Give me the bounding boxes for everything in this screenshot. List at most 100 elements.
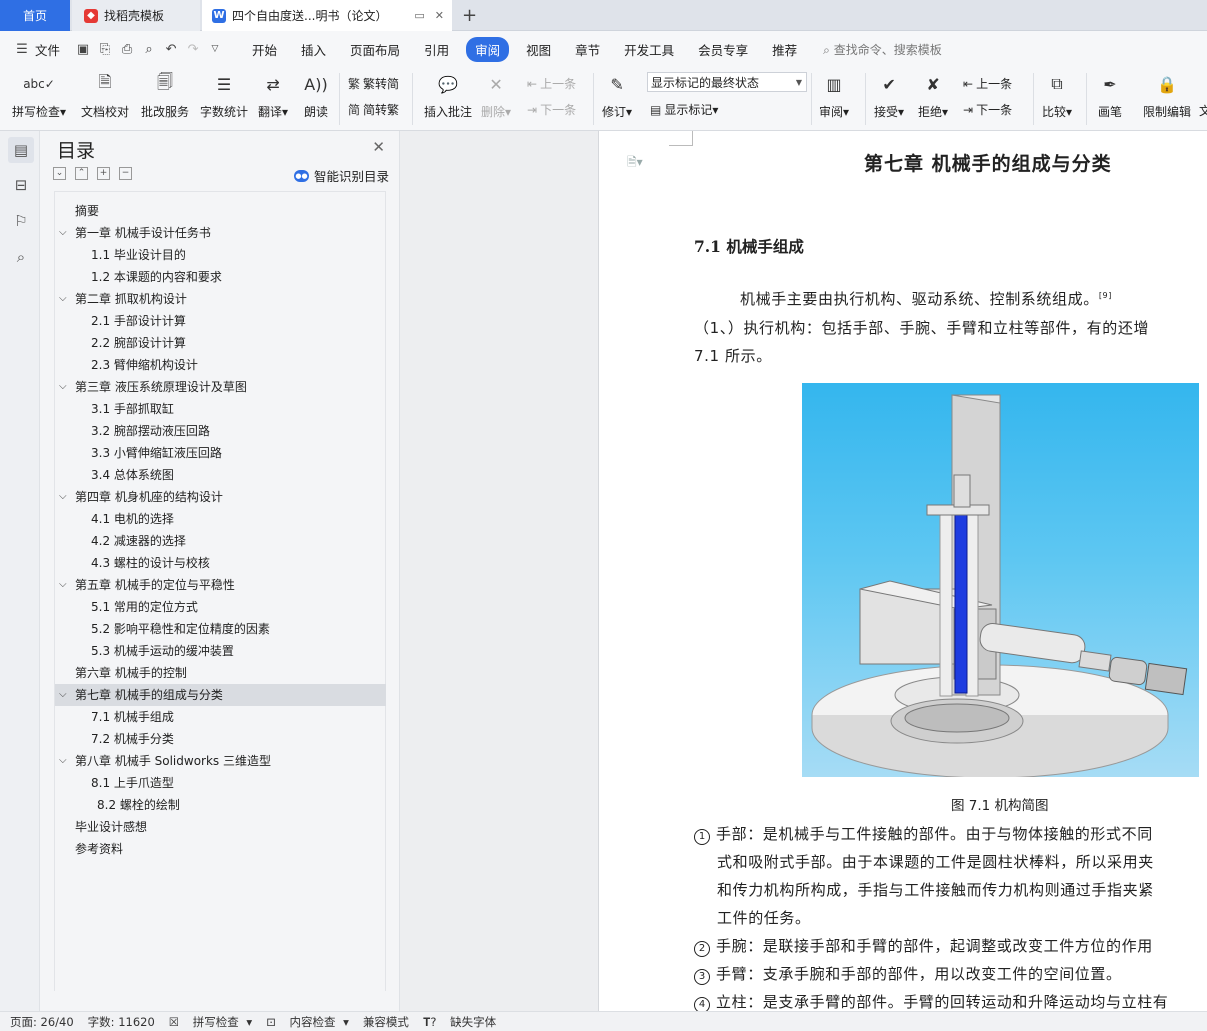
collapse-all-icon[interactable]: ⌄ xyxy=(53,167,66,180)
toc-item[interactable]: 5.3 机械手运动的缓冲装置 xyxy=(55,640,386,662)
status-content-check[interactable]: ⊡ 内容检查 ▾ xyxy=(266,1014,349,1030)
toc-item[interactable]: 7.2 机械手分类 xyxy=(55,728,386,750)
spell-check-button[interactable]: abc✓ 拼写检查▾ xyxy=(12,71,66,120)
next-change-button[interactable]: ⇥ 下一条 xyxy=(963,101,1012,118)
toc-item[interactable]: 1.2 本课题的内容和要求 xyxy=(55,266,386,288)
toc-item[interactable]: 2.2 腕部设计计算 xyxy=(55,332,386,354)
toc-item[interactable]: 2.1 手部设计计算 xyxy=(55,310,386,332)
toc-item[interactable]: 3.4 总体系统图 xyxy=(55,464,386,486)
read-aloud-button[interactable]: A)) 朗读 xyxy=(303,71,329,120)
toc-item[interactable]: 参考资料 xyxy=(55,838,386,860)
doc-proof-button[interactable]: 🗎 文档校对 xyxy=(81,71,129,120)
bookmark-icon[interactable]: ⚐ xyxy=(8,208,34,234)
doc-options-icon[interactable]: 🗎▾ xyxy=(627,153,643,174)
menu-item[interactable]: 推荐 xyxy=(760,40,809,59)
search-icon[interactable]: ⌕ xyxy=(8,244,34,270)
toc-item[interactable]: 毕业设计感想 xyxy=(55,816,386,838)
chevron-down-icon[interactable]: ⌵ xyxy=(59,750,67,772)
revise-button[interactable]: ✎ 修订▾ xyxy=(602,71,632,120)
chevron-down-icon[interactable]: ⌵ xyxy=(59,684,67,706)
toc-item[interactable]: 2.3 臂伸缩机构设计 xyxy=(55,354,386,376)
chevron-down-icon[interactable]: ⌵ xyxy=(59,376,67,398)
close-icon[interactable]: ✕ xyxy=(372,138,385,156)
chevron-down-icon[interactable]: ⌵ xyxy=(59,222,67,244)
hamburger-icon[interactable]: ☰ xyxy=(14,41,30,57)
toc-item[interactable]: 1.1 毕业设计目的 xyxy=(55,244,386,266)
chevron-down-icon[interactable]: ⌵ xyxy=(59,288,67,310)
command-search[interactable]: ⌕ 查找命令、搜索模板 xyxy=(823,41,942,58)
toc-item[interactable]: 8.2 螺栓的绘制 xyxy=(55,794,386,816)
toc-pane-icon[interactable]: ▤ xyxy=(8,137,34,163)
to-traditional-button[interactable]: 繁繁转简 xyxy=(348,75,399,92)
menu-item[interactable]: 视图 xyxy=(514,40,563,59)
toc-item[interactable]: ⌵ 第五章 机械手的定位与平稳性 xyxy=(55,574,386,596)
ribbon-overflow[interactable]: 文 xyxy=(1199,102,1207,119)
menu-item[interactable]: 插入 xyxy=(289,40,338,59)
prev-change-button[interactable]: ⇤ 上一条 xyxy=(963,75,1012,92)
compare-button[interactable]: ⧉ 比较▾ xyxy=(1042,71,1072,120)
toc-item[interactable]: 5.2 影响平稳性和定位精度的因素 xyxy=(55,618,386,640)
toc-item[interactable]: ⌵ 第七章 机械手的组成与分类 xyxy=(55,684,386,706)
toc-item[interactable]: ⌵ 第三章 液压系统原理设计及草图 xyxy=(55,376,386,398)
menu-item[interactable]: 页面布局 xyxy=(338,40,412,59)
menu-item[interactable]: 引用 xyxy=(412,40,461,59)
toc-item[interactable]: 8.1 上手爪造型 xyxy=(55,772,386,794)
insert-comment-button[interactable]: 💬 插入批注 xyxy=(424,71,472,120)
tab-home[interactable]: 首页 xyxy=(0,0,70,31)
toc-item[interactable]: 7.1 机械手组成 xyxy=(55,706,386,728)
toc-item[interactable]: ⌵ 第八章 机械手 Solidworks 三维造型 xyxy=(55,750,386,772)
translate-button[interactable]: ⇄ 翻译▾ xyxy=(258,71,288,120)
print-icon[interactable]: ⎙ xyxy=(119,41,135,57)
menu-item[interactable]: 开始 xyxy=(240,40,289,59)
to-simplified-button[interactable]: 简简转繁 xyxy=(348,101,399,118)
preview-icon[interactable]: ⌕ xyxy=(141,41,157,57)
next-comment-button[interactable]: ⇥ 下一条 xyxy=(527,101,576,118)
restrict-edit-button[interactable]: 🔒 限制编辑 xyxy=(1143,71,1191,120)
undo-icon[interactable]: ↶ xyxy=(163,41,179,57)
toc-item[interactable]: 4.2 减速器的选择 xyxy=(55,530,386,552)
toc-item[interactable]: 摘要 xyxy=(55,200,386,222)
menu-file[interactable]: 文件 xyxy=(33,40,72,59)
expand-up-icon[interactable]: ⌃ xyxy=(75,167,88,180)
word-count-button[interactable]: ☰ 字数统计 xyxy=(200,71,248,120)
page-indicator[interactable]: 页面: 26/40 xyxy=(10,1014,74,1030)
tab-template[interactable]: ◆ 找稻壳模板 xyxy=(72,0,200,31)
word-count-indicator[interactable]: 字数: 11620 xyxy=(88,1014,155,1030)
export-icon[interactable]: ⎘ xyxy=(97,41,113,57)
new-tab-button[interactable]: + xyxy=(462,5,477,26)
remove-level-icon[interactable]: − xyxy=(119,167,132,180)
prev-comment-button[interactable]: ⇤ 上一条 xyxy=(527,75,576,92)
monitor-icon[interactable]: ▭ xyxy=(414,9,424,22)
chevron-down-icon[interactable]: ⌵ xyxy=(59,574,67,596)
missing-font-button[interactable]: 𝐓? 缺失字体 xyxy=(423,1014,500,1030)
toc-item[interactable]: 4.3 螺柱的设计与校核 xyxy=(55,552,386,574)
tab-document[interactable]: W 四个自由度送...明书（论文） ▭ ✕ xyxy=(202,0,452,31)
close-tab-icon[interactable]: ✕ xyxy=(435,9,444,22)
redo-icon[interactable]: ↷ xyxy=(185,41,201,57)
quick-access-dropdown-icon[interactable]: ▽ xyxy=(207,41,223,57)
menu-item[interactable]: 审阅 xyxy=(466,36,510,62)
reject-button[interactable]: ✘ 拒绝▾ xyxy=(918,71,948,120)
toc-item[interactable]: 4.1 电机的选择 xyxy=(55,508,386,530)
toc-item[interactable]: 3.3 小臂伸缩缸液压回路 xyxy=(55,442,386,464)
add-level-icon[interactable]: + xyxy=(97,167,110,180)
status-spell-check[interactable]: ☒ 拼写检查 ▾ xyxy=(169,1014,252,1030)
markup-combo[interactable]: 显示标记的最终状态 ▼ xyxy=(647,72,807,92)
chapter-nav-icon[interactable]: ⊟ xyxy=(8,172,34,198)
batch-service-button[interactable]: 🗐 批改服务 xyxy=(141,71,189,120)
review-button[interactable]: ▥ 审阅▾ xyxy=(819,71,849,120)
toc-item[interactable]: ⌵ 第二章 抓取机构设计 xyxy=(55,288,386,310)
menu-item[interactable]: 会员专享 xyxy=(686,40,760,59)
toc-item[interactable]: 3.1 手部抓取缸 xyxy=(55,398,386,420)
pen-button[interactable]: ✒ 画笔 xyxy=(1097,71,1123,120)
smart-toc-button[interactable]: ●● 智能识别目录 xyxy=(293,166,389,185)
save-icon[interactable]: ▣ xyxy=(75,41,91,57)
show-markup-button[interactable]: ▤ 显示标记 ▾ xyxy=(650,101,718,118)
chevron-down-icon[interactable]: ⌵ xyxy=(59,486,67,508)
menu-item[interactable]: 开发工具 xyxy=(612,40,686,59)
toc-item[interactable]: ⌵ 第四章 机身机座的结构设计 xyxy=(55,486,386,508)
accept-button[interactable]: ✔ 接受▾ xyxy=(874,71,904,120)
menu-item[interactable]: 章节 xyxy=(563,40,612,59)
delete-comment-button[interactable]: ✕ 删除▾ xyxy=(481,71,511,120)
toc-item[interactable]: ⌵ 第一章 机械手设计任务书 xyxy=(55,222,386,244)
